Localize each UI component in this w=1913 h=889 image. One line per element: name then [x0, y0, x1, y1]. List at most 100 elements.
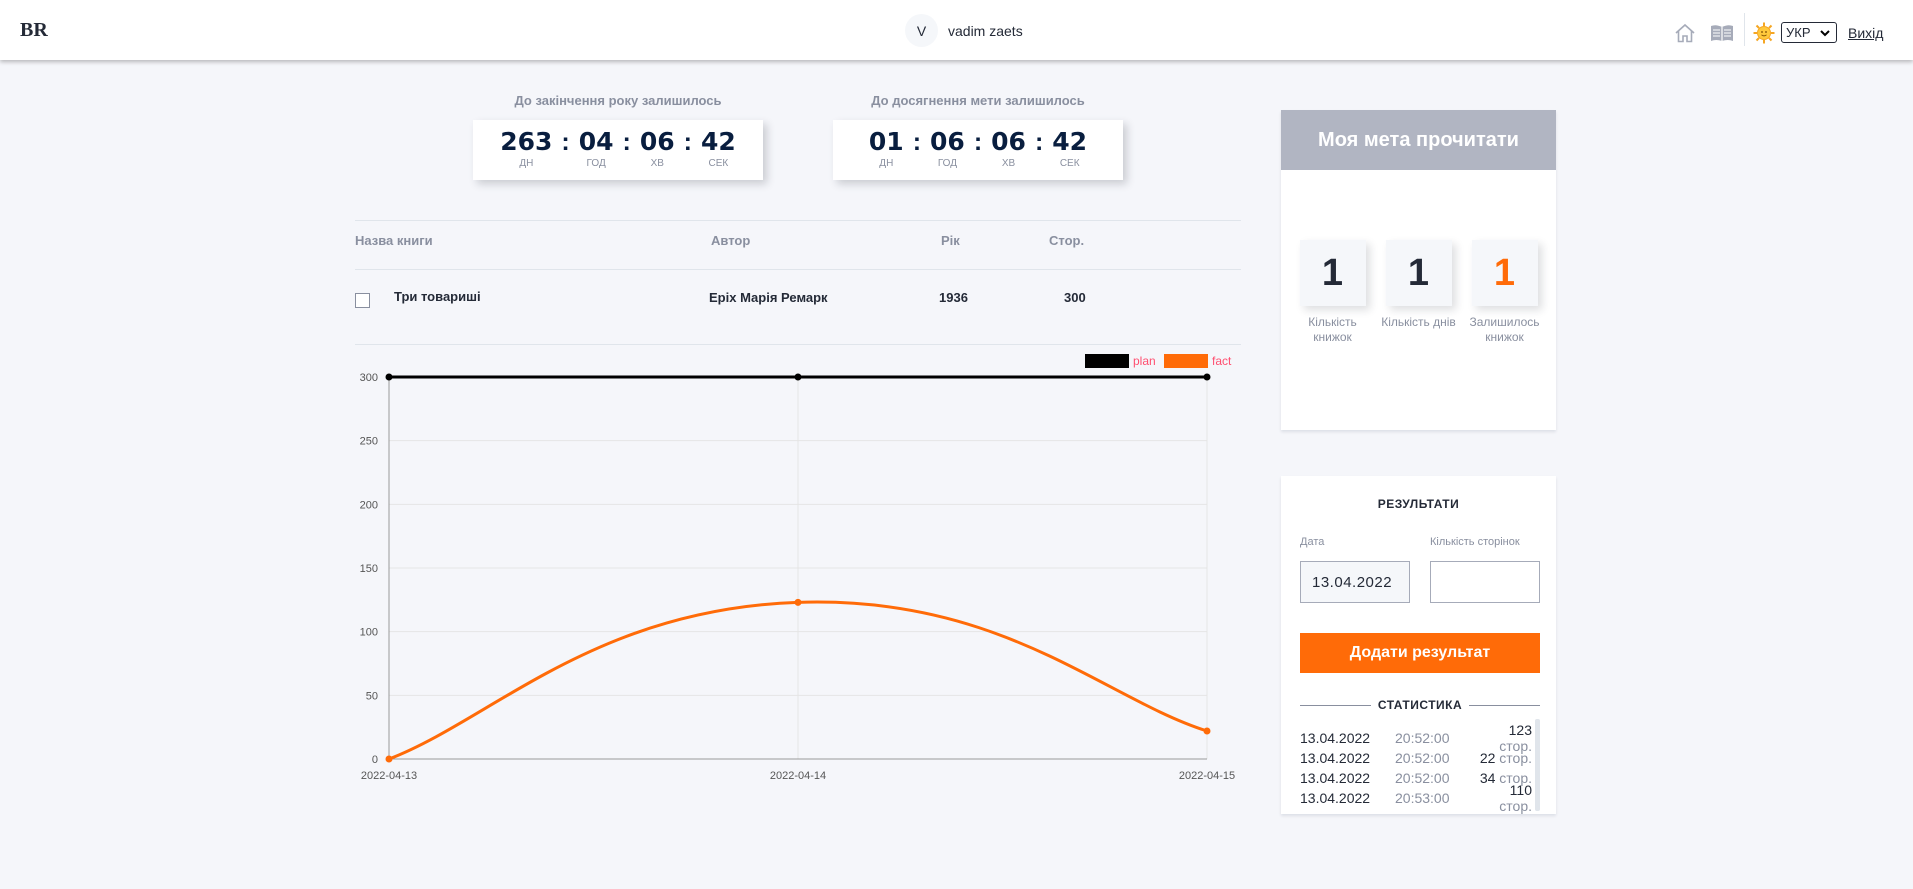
timer-days: 01: [868, 127, 904, 156]
data-point-plan: [385, 373, 393, 381]
table-divider: [355, 269, 1241, 270]
timer-separator: :: [683, 128, 692, 156]
column-header-title: Назва книги: [355, 233, 433, 248]
pages-label: Кількість сторінок: [1430, 536, 1520, 548]
timer-hours: 06: [930, 127, 965, 156]
stat-time: 20:52:00: [1395, 770, 1450, 786]
timer-label: ДН: [879, 158, 894, 169]
y-tick-label: 0: [372, 754, 378, 766]
y-tick-label: 150: [360, 563, 378, 575]
stat-date: 13.04.2022: [1300, 770, 1371, 786]
data-point-plan: [1203, 373, 1211, 381]
goal-stat-label: Кількість днів: [1381, 315, 1456, 329]
add-result-button[interactable]: Додати результат: [1300, 633, 1540, 673]
book-author: Еріх Марія Ремарк: [709, 290, 828, 305]
sun-icon[interactable]: [1753, 22, 1775, 44]
goal-countdown: До досягнення мети залишилось 01 ДН : 06 Г…: [833, 93, 1123, 180]
year-countdown: До закінчення року залишилось 263 ДН : 04…: [473, 93, 763, 180]
stat-pages-value: 123: [1508, 722, 1532, 738]
avatar: V: [905, 14, 938, 47]
home-icon[interactable]: [1674, 23, 1696, 43]
app-header: BR V vadim zaets УКР Вихід: [0, 0, 1913, 60]
stat-time: 20:52:00: [1395, 730, 1450, 746]
timer-label: СЕК: [708, 158, 729, 169]
goal-countdown-title: До досягнення мети залишилось: [871, 93, 1085, 108]
timer-separator: :: [622, 128, 631, 156]
logout-link[interactable]: Вихід: [1848, 25, 1883, 41]
divider: [1469, 704, 1540, 706]
date-field[interactable]: 13.04.2022: [1300, 561, 1410, 603]
data-point-plan: [794, 373, 802, 381]
timer-days: 263: [500, 127, 553, 156]
timer-unit: 263 ДН: [500, 127, 553, 170]
goal-stat-label: Кількість книжок: [1308, 315, 1357, 344]
x-tick-label: 2022-04-13: [361, 770, 417, 782]
x-tick-label: 2022-04-14: [770, 770, 826, 782]
stat-pages: 110 стор.: [1475, 782, 1532, 814]
timer-label: ХВ: [650, 158, 664, 169]
y-tick-label: 250: [360, 436, 378, 448]
timer-label: ГОД: [937, 158, 958, 169]
data-point-fact: [385, 755, 393, 763]
statistics-scrollbar[interactable]: [1535, 719, 1540, 811]
timer-unit: 06 ХВ: [639, 127, 675, 170]
column-header-year: Рік: [941, 233, 960, 248]
book-title: Три товариші: [394, 289, 481, 304]
goal-stat-remaining: 1 Залишилось книжок: [1462, 240, 1548, 345]
language-select[interactable]: УКР: [1781, 22, 1837, 43]
book-year: 1936: [939, 290, 968, 305]
timer-minutes: 06: [639, 127, 675, 156]
statistics-title: СТАТИСТИКА: [1377, 698, 1463, 712]
divider: [1300, 704, 1371, 706]
data-point-fact: [794, 598, 802, 606]
statistics-heading: СТАТИСТИКА: [1300, 698, 1540, 712]
results-card: РЕЗУЛЬТАТИ Дата Кількість сторінок 13.04…: [1281, 476, 1556, 814]
goal-countdown-box: 01 ДН : 06 ГОД : 06 ХВ : 42 СЕК: [833, 120, 1123, 180]
logo[interactable]: BR: [20, 19, 48, 42]
results-title: РЕЗУЛЬТАТИ: [1377, 497, 1460, 511]
year-countdown-box: 263 ДН : 04 ГОД : 06 ХВ : 42 СЕК: [473, 120, 763, 180]
date-label: Дата: [1300, 536, 1325, 548]
stat-pages: 22 стор.: [1475, 750, 1532, 766]
timer-label: ХВ: [1001, 158, 1016, 169]
y-tick-label: 200: [360, 499, 378, 511]
goal-stats: 1 Кількість книжок 1 Кількість днів 1 За…: [1281, 240, 1556, 345]
column-header-pages: Стор.: [1049, 233, 1085, 248]
goal-stat-books: 1 Кількість книжок: [1290, 240, 1376, 345]
column-header-author: Автор: [711, 233, 751, 248]
timer-unit: 01 ДН: [868, 127, 904, 170]
year-countdown-title: До закінчення року залишилось: [514, 93, 722, 108]
legend-label-plan: plan: [1133, 354, 1156, 368]
timer-seconds: 42: [1052, 127, 1088, 156]
legend-swatch-plan: [1085, 354, 1129, 368]
timer-separator: :: [912, 128, 922, 156]
reading-chart: 0 50 100 150 200 250 300 2022-04-13 2022-04-14 20…: [360, 354, 1235, 782]
language-value: УКР: [1786, 25, 1811, 40]
timer-label: СЕК: [1059, 158, 1080, 169]
statistics-list[interactable]: 13.04.2022 20:52:00 123 стор. 13.04.2022…: [1300, 722, 1532, 814]
goal-card: Моя мета прочитати 1 Кількість книжок 1 …: [1281, 110, 1556, 430]
timer-unit: 42 СЕК: [700, 127, 736, 170]
nav-divider: [1744, 13, 1745, 46]
y-tick-label: 50: [366, 690, 378, 702]
timer-hours: 04: [578, 127, 614, 156]
goal-stat-days: 1 Кількість днів: [1376, 240, 1462, 345]
stat-pages-value: 110: [1509, 782, 1532, 798]
user-info: V vadim zaets: [905, 14, 1023, 47]
stat-time: 20:53:00: [1395, 790, 1450, 806]
legend-swatch-fact: [1164, 354, 1208, 368]
list-item: 13.04.2022 20:52:00 22 стор.: [1300, 748, 1532, 768]
timer-unit: 04 ГОД: [578, 127, 614, 170]
timer-unit: 06 ХВ: [991, 128, 1026, 170]
stat-date: 13.04.2022: [1300, 750, 1371, 766]
goal-stat-value: 1: [1299, 240, 1366, 306]
user-name: vadim zaets: [948, 22, 1023, 39]
timer-unit: 42 СЕК: [1052, 127, 1088, 170]
goal-stat-label: Залишилось книжок: [1469, 315, 1540, 344]
book-checkbox[interactable]: [355, 293, 370, 308]
pages-field[interactable]: [1430, 561, 1540, 603]
legend-label-fact: fact: [1212, 354, 1232, 368]
timer-seconds: 42: [700, 127, 736, 156]
library-icon[interactable]: [1710, 23, 1734, 43]
timer-separator: :: [973, 128, 983, 156]
